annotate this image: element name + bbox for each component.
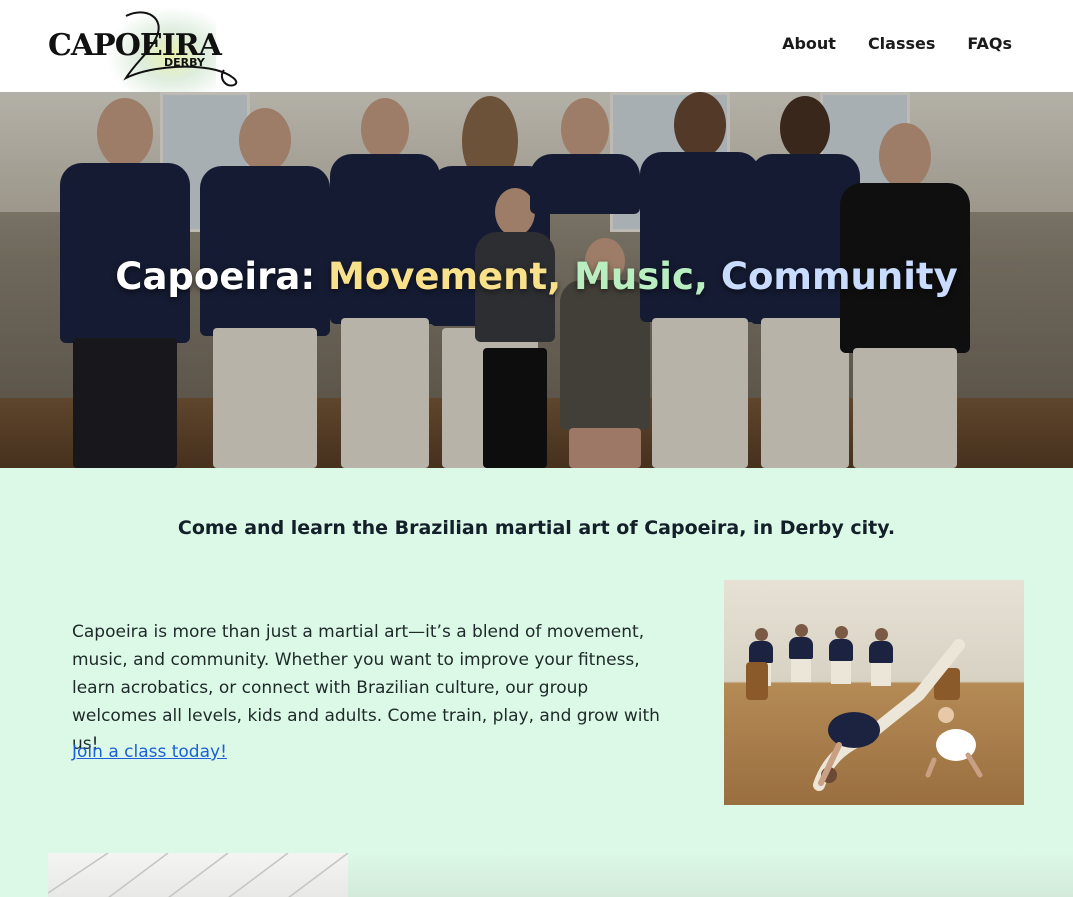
hero-heading: Capoeira: Movement, Music, Community [0, 255, 1073, 298]
hero-heading-community: Community [720, 255, 958, 298]
intro-paragraph: Capoeira is more than just a martial art… [72, 622, 660, 754]
child-player-figure [925, 707, 983, 778]
site-header: CAPOEIRA DERBY About Classes FAQs [0, 0, 1073, 96]
capoeira-roda-photo [724, 580, 1024, 805]
section-divider [348, 853, 1073, 897]
hero-heading-movement: Movement, [328, 255, 562, 298]
logo-subtitle: DERBY [164, 56, 205, 69]
ceiling-graphic [48, 853, 348, 897]
atabaque-drum [746, 662, 768, 700]
hero-heading-capoeira: Capoeira: [115, 255, 316, 298]
main-nav: About Classes FAQs [782, 34, 1012, 53]
class-hall-photo [48, 853, 348, 897]
capoeira-derby-logo[interactable]: CAPOEIRA DERBY [46, 6, 244, 96]
hero-banner: Capoeira: Movement, Music, Community [0, 92, 1073, 468]
join-class-link[interactable]: Join a class today! [72, 742, 227, 762]
nav-link-faqs[interactable]: FAQs [967, 34, 1012, 53]
nav-link-about[interactable]: About [782, 34, 836, 53]
nav-link-classes[interactable]: Classes [868, 34, 935, 53]
hero-heading-music: Music, [574, 255, 708, 298]
intro-tagline: Come and learn the Brazilian martial art… [177, 517, 896, 539]
